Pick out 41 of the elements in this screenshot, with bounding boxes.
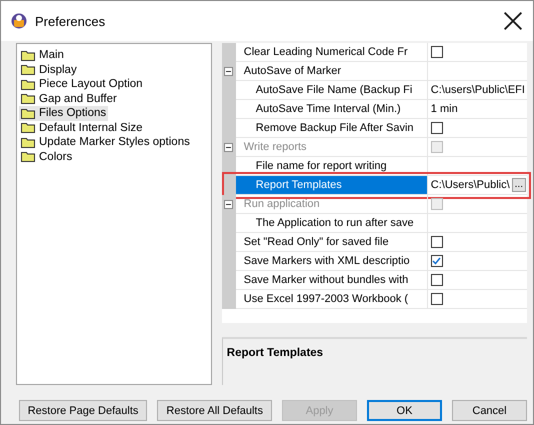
window-title: Preferences [35,14,106,28]
tree-item[interactable]: Default Internal Size [19,120,145,135]
app-icon [11,13,27,29]
folder-icon [21,136,35,148]
property-name[interactable]: Use Excel 1997-2003 Workbook ( [236,290,428,309]
checkbox[interactable] [430,274,443,286]
property-name[interactable]: Save Markers with XML descriptio [236,252,428,271]
property-name[interactable]: Save Marker without bundles with [236,271,428,290]
property-name[interactable]: Remove Backup File After Savin [236,119,428,138]
property-name[interactable]: AutoSave Time Interval (Min.) [236,100,428,119]
checkbox[interactable] [430,293,443,305]
folder-icon [21,64,35,76]
checkbox[interactable] [430,236,443,248]
dialog-button[interactable]: Cancel [452,400,527,421]
tree-item[interactable]: Update Marker Styles options [19,135,192,150]
folder-icon [21,50,35,61]
tree-item[interactable]: Gap and Buffer [19,92,119,106]
close-icon[interactable] [503,11,523,31]
dialog-button[interactable]: Restore All Defaults [157,400,272,421]
description-title: Report Templates [226,347,324,359]
dialog-button[interactable]: Restore Page Defaults [18,400,148,421]
property-name[interactable]: Clear Leading Numerical Code Fr [236,43,428,62]
checkbox[interactable] [430,122,443,134]
checkbox[interactable] [430,46,443,58]
property-name[interactable]: Set "Read Only" for saved file [236,233,428,252]
folder-icon [21,78,35,90]
collapse-icon[interactable] [224,67,234,76]
tree-item[interactable]: Display [19,62,79,77]
dialog-button[interactable]: OK [367,400,442,421]
property-value[interactable]: 1 min [430,103,458,115]
folder-icon [21,151,35,162]
property-name[interactable]: AutoSave of Marker [236,62,428,81]
folder-icon [21,108,35,119]
tree-item[interactable]: Files Options [19,106,108,120]
row-header [222,290,236,309]
tree-item[interactable]: Colors [19,150,74,164]
tree-item[interactable]: Piece Layout Option [19,77,145,92]
tree-item[interactable]: Main [19,48,66,62]
property-name[interactable]: AutoSave File Name (Backup Fi [236,81,428,100]
checkbox[interactable] [430,255,443,267]
property-value[interactable]: C:\users\Public\EFI [430,84,525,96]
